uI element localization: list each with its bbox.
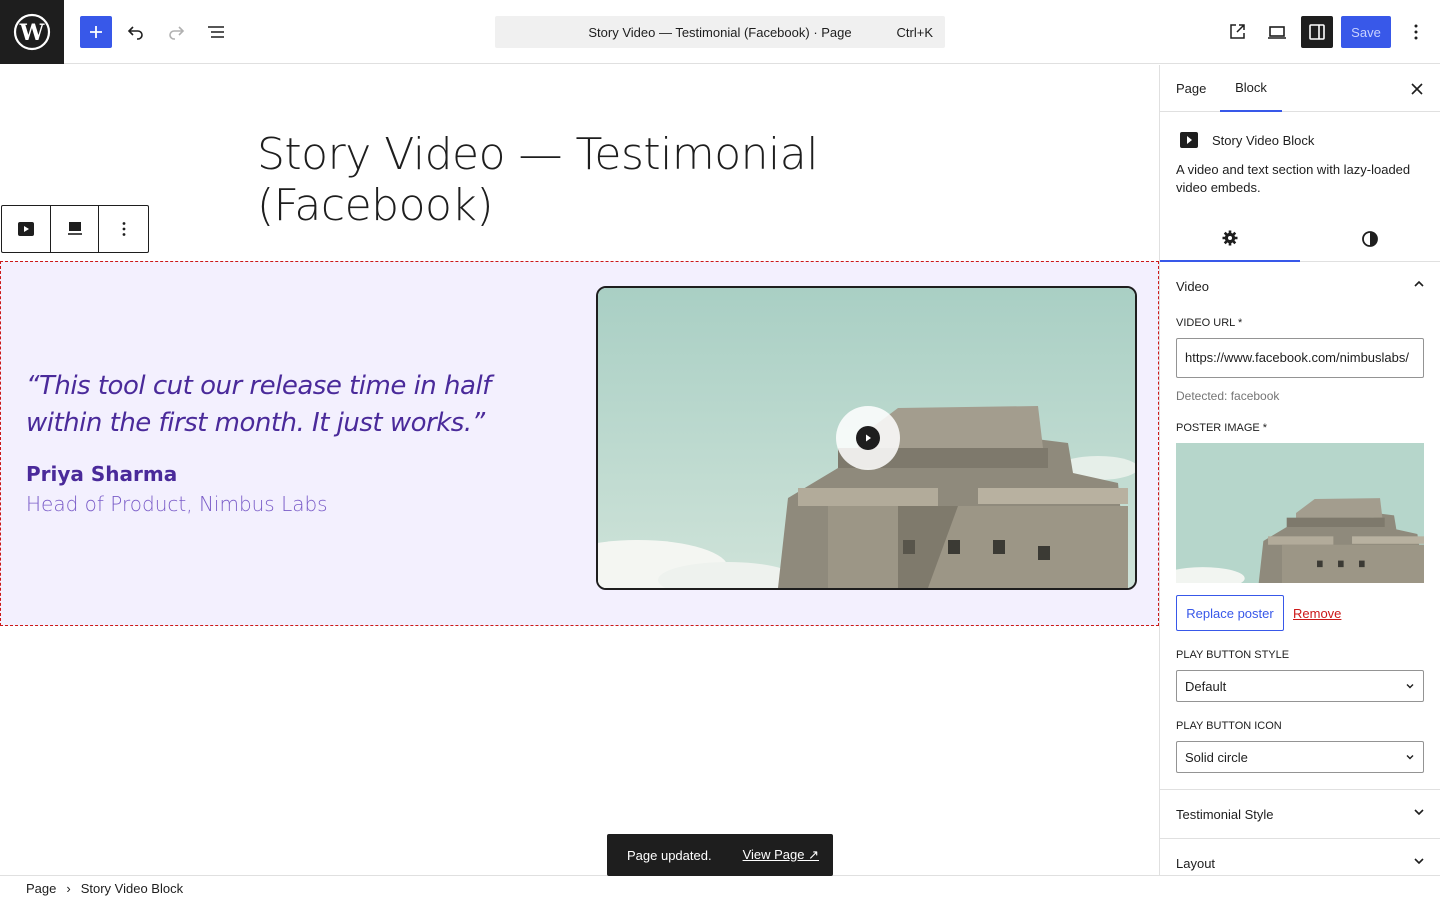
undo-icon: [127, 26, 143, 40]
tab-block[interactable]: Block: [1220, 65, 1282, 112]
options-menu-button[interactable]: [1400, 16, 1432, 48]
breadcrumb-item-page[interactable]: Page: [26, 881, 56, 896]
align-icon: [67, 222, 82, 235]
play-icon: [856, 426, 880, 450]
play-button-style-value: Default: [1185, 678, 1227, 694]
testimonial-author-name[interactable]: Priya Sharma: [26, 462, 177, 486]
close-icon: [1411, 83, 1423, 95]
view-page-link[interactable]: View Page ↗: [743, 847, 819, 863]
video-block-icon: [17, 222, 34, 236]
video-poster-preview[interactable]: [596, 286, 1137, 590]
play-button-icon-select[interactable]: Solid circle: [1176, 741, 1424, 773]
list-view-icon: [208, 26, 224, 38]
breadcrumb: Page › Story Video Block: [0, 875, 1440, 900]
tab-page[interactable]: Page: [1176, 65, 1206, 112]
video-url-input[interactable]: https://www.facebook.com/nimbuslabs/: [1176, 338, 1424, 378]
layout-panel-toggle[interactable]: Layout: [1160, 839, 1440, 875]
video-url-label: VIDEO URL *: [1176, 317, 1243, 329]
command-palette-bar[interactable]: Story Video — Testimonial (Facebook) · P…: [495, 16, 945, 48]
tab-settings[interactable]: [1160, 216, 1300, 262]
testimonial-style-panel-toggle[interactable]: Testimonial Style: [1160, 790, 1440, 838]
video-panel-toggle[interactable]: Video: [1160, 262, 1440, 310]
more-vertical-icon: [1414, 24, 1418, 40]
remove-poster-button[interactable]: Remove: [1293, 606, 1341, 621]
chevron-down-icon: [1414, 858, 1424, 865]
settings-sidebar: Page Block Story Video Block A video and…: [1159, 65, 1440, 875]
undo-button[interactable]: [120, 16, 152, 48]
layout-panel-title: Layout: [1176, 855, 1216, 871]
wordpress-logo-button[interactable]: W: [0, 0, 64, 64]
play-button-style-select[interactable]: Default: [1176, 670, 1424, 702]
replace-poster-button[interactable]: Replace poster: [1176, 595, 1284, 631]
testimonial-quote[interactable]: “This tool cut our release time in half …: [26, 368, 566, 442]
detected-provider-text: Detected: facebook: [1176, 389, 1280, 403]
sidebar-icon: [1309, 24, 1325, 40]
tab-styles[interactable]: [1300, 216, 1440, 262]
svg-text:W: W: [19, 20, 45, 46]
redo-button[interactable]: [160, 16, 192, 48]
testimonial-author-role[interactable]: Head of Product, Nimbus Labs: [26, 492, 328, 516]
external-link-icon: [1230, 24, 1245, 39]
video-block-icon: [1180, 132, 1198, 148]
breadcrumb-item-block[interactable]: Story Video Block: [81, 881, 183, 896]
video-play-button[interactable]: [836, 406, 900, 470]
save-button[interactable]: Save: [1341, 16, 1391, 48]
sidebar-tabs: Page Block: [1160, 65, 1440, 112]
story-video-block[interactable]: “This tool cut our release time in half …: [0, 261, 1159, 626]
block-toolbar: [1, 205, 149, 253]
contrast-icon: [1362, 231, 1378, 247]
poster-image-label: POSTER IMAGE *: [1176, 422, 1268, 434]
chevron-right-icon: ›: [66, 880, 71, 896]
redo-icon: [169, 26, 185, 40]
view-page-button[interactable]: [1221, 16, 1253, 48]
snackbar-message: Page updated.: [627, 847, 712, 863]
block-settings-tabs: [1160, 216, 1440, 262]
testimonial-style-panel-title: Testimonial Style: [1176, 806, 1274, 822]
block-options-button[interactable]: [99, 206, 148, 252]
document-title: Story Video — Testimonial (Facebook) · P…: [588, 24, 852, 40]
snackbar-notice: Page updated. View Page ↗: [607, 834, 833, 876]
plus-icon: [90, 26, 102, 38]
chevron-up-icon: [1414, 280, 1424, 287]
command-shortcut: Ctrl+K: [896, 25, 933, 40]
chevron-down-icon: [1406, 755, 1414, 760]
settings-sidebar-toggle[interactable]: [1301, 16, 1333, 48]
add-block-button[interactable]: [80, 16, 112, 48]
video-panel-title: Video: [1176, 278, 1210, 294]
chevron-down-icon: [1406, 684, 1414, 689]
preview-device-button[interactable]: [1261, 16, 1293, 48]
document-overview-button[interactable]: [200, 16, 232, 48]
gear-icon: [1222, 230, 1238, 246]
editor-header: W Story Video — Testimonial (Facebook) ·…: [0, 0, 1440, 64]
chevron-down-icon: [1414, 809, 1424, 816]
block-description: A video and text section with lazy-loade…: [1176, 162, 1411, 195]
desktop-icon: [1268, 26, 1286, 39]
poster-image-thumbnail[interactable]: [1176, 443, 1424, 583]
wordpress-icon: W: [13, 13, 51, 51]
play-button-icon-label: PLAY BUTTON ICON: [1176, 720, 1282, 732]
close-sidebar-button[interactable]: [1407, 79, 1427, 99]
block-type-button[interactable]: [2, 206, 51, 252]
block-title: Story Video Block: [1212, 133, 1315, 148]
editor-canvas: Story Video — Testimonial (Facebook) “Th…: [0, 65, 1159, 875]
page-title[interactable]: Story Video — Testimonial (Facebook): [257, 129, 957, 231]
play-button-style-label: PLAY BUTTON STYLE: [1176, 649, 1290, 661]
play-button-icon-value: Solid circle: [1185, 749, 1248, 765]
more-vertical-icon: [122, 222, 126, 236]
block-align-button[interactable]: [51, 206, 100, 252]
block-card: Story Video Block A video and text secti…: [1160, 113, 1440, 209]
